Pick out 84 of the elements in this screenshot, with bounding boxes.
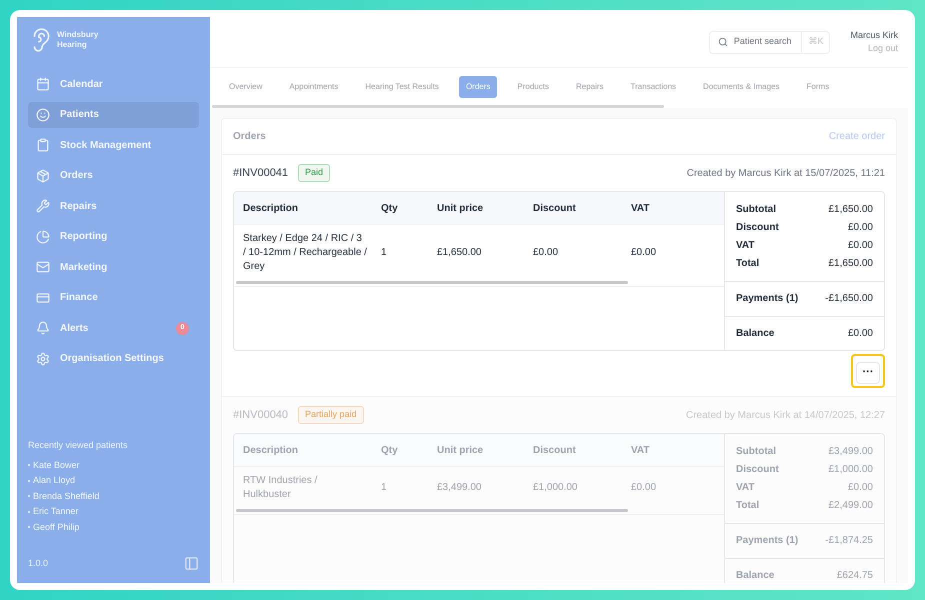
summary-value: -£1,874.25 xyxy=(825,534,873,548)
status-badge: Partially paid xyxy=(298,406,364,424)
nav-item[interactable]: Patients xyxy=(28,102,199,128)
table-cell-text: RTW Industries / Hulkbuster xyxy=(243,474,318,502)
nav-item[interactable]: Finance xyxy=(28,284,199,311)
summary-value: £1,650.00 xyxy=(828,257,873,271)
column-header: VAT xyxy=(631,202,651,216)
table-cell-text: £3,499.00 xyxy=(437,481,482,495)
column-header: Unit price xyxy=(437,444,484,458)
search-field[interactable]: Patient search ⌘K xyxy=(708,30,830,54)
summary-label: Discount xyxy=(736,221,779,235)
summary-value: £0.00 xyxy=(848,481,873,495)
user-name: Marcus Kirk xyxy=(850,29,898,42)
shortcut-hint: ⌘K xyxy=(801,32,830,52)
recent-patient-link[interactable]: Eric Tanner xyxy=(33,505,78,518)
column-header: VAT xyxy=(631,444,651,458)
more-button[interactable]: ··· xyxy=(856,362,880,384)
summary-label: Payments (1) xyxy=(736,292,798,306)
summary-value: £0.00 xyxy=(848,221,873,235)
section-title: Orders xyxy=(233,130,266,144)
column-header: Discount xyxy=(533,202,577,216)
table-cell-text: 1 xyxy=(381,246,388,260)
table-cell-text: 1 xyxy=(381,481,388,495)
column-header: Qty xyxy=(381,444,399,458)
column-header: Discount xyxy=(533,444,577,458)
summary-label: Subtotal xyxy=(736,445,776,459)
invoice-number: #INV00041 xyxy=(233,166,288,181)
summary-value: £0.00 xyxy=(848,239,873,253)
nav-item[interactable]: Repairs xyxy=(28,193,199,220)
summary-label: Discount xyxy=(736,463,779,477)
nav-item[interactable]: Organisation Settings xyxy=(28,346,199,372)
table-cell-text: £0.00 xyxy=(631,481,658,495)
summary-label: Total xyxy=(736,257,760,271)
nav-item[interactable]: Reporting xyxy=(28,224,199,250)
summary-value: £2,499.00 xyxy=(828,499,873,513)
tab[interactable]: Repairs xyxy=(568,76,611,98)
table-cell-text: £0.00 xyxy=(631,246,658,260)
summary-value: £1,000.00 xyxy=(828,463,873,477)
tab[interactable]: Transactions xyxy=(624,76,684,98)
brand-name: Hearing xyxy=(57,40,88,50)
tab[interactable]: Overview xyxy=(222,76,270,98)
created-info: Created by Marcus Kirk at 15/07/2025, 11:21 xyxy=(686,166,885,180)
tab[interactable]: Hearing Test Results xyxy=(358,76,446,98)
created-info: Created by Marcus Kirk at 14/07/2025, 12:27 xyxy=(686,408,885,422)
table-cell-text: £1,650.00 xyxy=(437,246,482,260)
nav-item[interactable]: Marketing xyxy=(28,254,199,280)
recent-patient-link[interactable]: Alan Lloyd xyxy=(33,474,76,488)
column-header: Description xyxy=(243,444,300,458)
summary-value: £1,650.00 xyxy=(828,203,873,217)
summary-value: -£1,650.00 xyxy=(825,292,873,306)
summary-label: Balance xyxy=(736,568,774,583)
column-header: Description xyxy=(243,202,300,216)
table-cell-text: £1,000.00 xyxy=(533,481,578,495)
invoice-number: #INV00040 xyxy=(233,408,288,423)
logout-link[interactable]: Log out xyxy=(868,42,898,55)
version-label: 1.0.0 xyxy=(28,556,48,570)
nav-item[interactable]: Orders xyxy=(28,162,199,189)
tab[interactable]: Documents & Images xyxy=(696,76,787,98)
summary-value: £0.00 xyxy=(848,326,873,341)
tab[interactable]: Forms xyxy=(800,76,836,98)
table-cell: Starkey / Edge 24 / RIC / 3 / 10-12mm / Rechargeable / Grey xyxy=(243,232,367,274)
tab[interactable]: Appointments xyxy=(282,76,346,98)
tab[interactable]: Orders xyxy=(458,76,498,98)
recent-patient-link[interactable]: Brenda Sheffield xyxy=(33,490,100,503)
column-header: Unit price xyxy=(437,202,484,216)
summary-label: VAT xyxy=(736,481,755,495)
table-cell-text: £0.00 xyxy=(533,246,560,260)
create-order-link[interactable]: Create order xyxy=(828,129,885,144)
tab[interactable]: Products xyxy=(510,76,556,98)
summary-label: Subtotal xyxy=(736,203,776,217)
summary-label: Total xyxy=(736,499,760,513)
summary-value: £3,499.00 xyxy=(828,445,873,459)
column-header: Qty xyxy=(381,202,399,216)
nav-item[interactable]: Stock Management xyxy=(28,132,199,158)
recent-patient-link[interactable]: Kate Bower xyxy=(33,458,80,472)
summary-value: £624.75 xyxy=(836,568,873,583)
recent-patients-heading: Recently viewed patients xyxy=(28,439,129,452)
summary-label: VAT xyxy=(736,239,755,253)
summary-label: Payments (1) xyxy=(736,534,798,548)
summary-label: Balance xyxy=(736,326,774,341)
nav-item[interactable]: Calendar xyxy=(28,71,199,98)
status-badge: Paid xyxy=(298,164,330,182)
brand-name: Windsbury xyxy=(57,30,98,40)
recent-patient-link[interactable]: Geoff Philip xyxy=(33,520,80,534)
